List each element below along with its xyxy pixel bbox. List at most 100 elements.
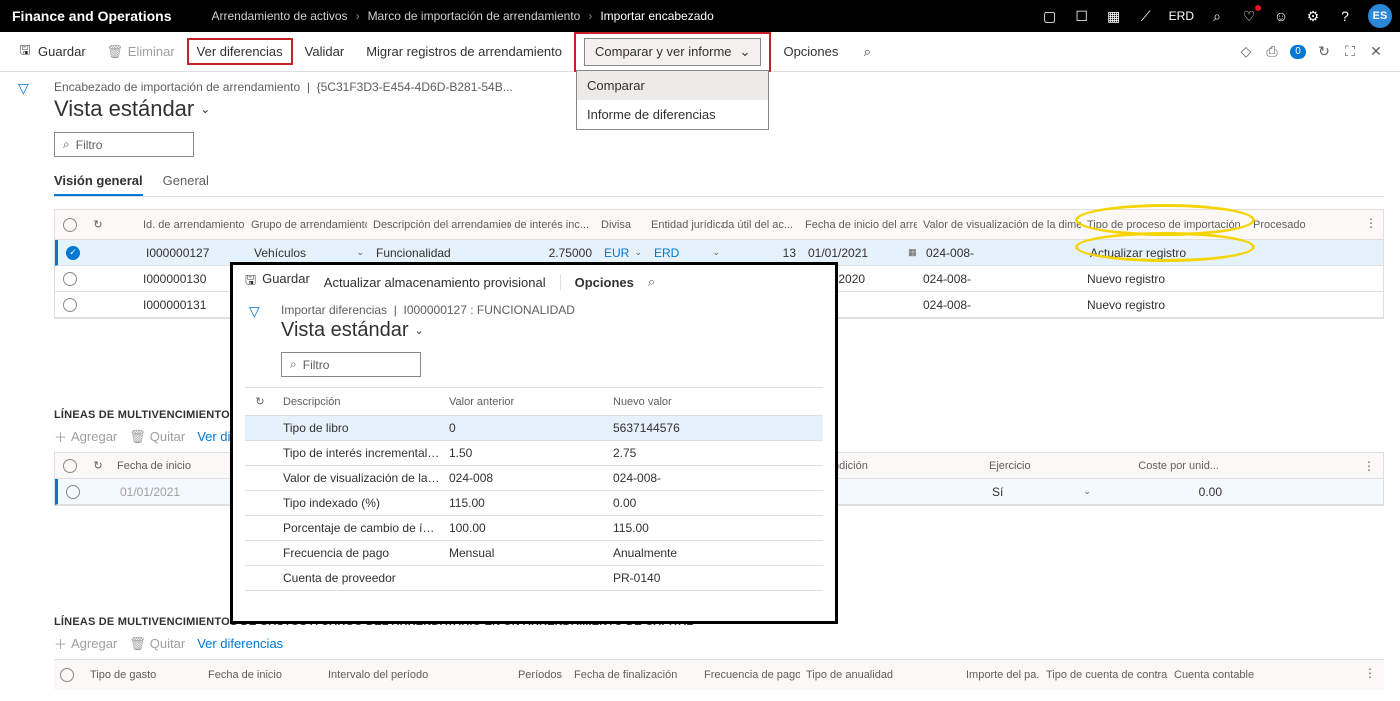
avatar[interactable]: ES — [1368, 4, 1392, 28]
view-differences-button[interactable]: Ver diferencias — [187, 38, 293, 65]
funnel-icon[interactable]: ▽ — [18, 80, 29, 97]
table-row[interactable]: Cuenta de proveedor PR-0140 — [245, 566, 823, 591]
table-row[interactable]: Porcentaje de cambio de índice ... 100.0… — [245, 516, 823, 541]
ov-save[interactable]: 🖫Guardar — [245, 271, 310, 293]
col-desc[interactable]: Descripción — [275, 396, 441, 408]
col-currency[interactable]: Divisa — [595, 219, 645, 231]
tab-overview[interactable]: Visión general — [54, 167, 143, 196]
chevron-down-icon[interactable]: ⌄ — [356, 247, 364, 258]
options-button[interactable]: Opciones — [773, 38, 848, 65]
col-dimension[interactable]: Valor de visualización de la dimensió... — [917, 219, 1081, 231]
col-life[interactable]: Vida útil del ac... — [723, 219, 799, 231]
ov-options[interactable]: Opciones — [575, 275, 634, 290]
diamond-icon[interactable]: ◇ — [1238, 44, 1254, 60]
menu-report[interactable]: Informe de diferencias — [577, 100, 768, 129]
validate-button[interactable]: Validar — [295, 38, 355, 65]
table-row[interactable]: Frecuencia de pago Mensual Anualmente — [245, 541, 823, 566]
col-new[interactable]: Nuevo valor — [605, 396, 765, 408]
bell-icon[interactable]: ♡ — [1240, 7, 1258, 25]
funnel-icon[interactable]: ▽ — [249, 303, 260, 320]
tab-general[interactable]: General — [163, 167, 209, 196]
popout-icon[interactable]: ⛶ — [1342, 44, 1358, 60]
col-anual[interactable]: Tipo de anualidad — [800, 669, 960, 681]
migrate-button[interactable]: Migrar registros de arrendamiento — [356, 38, 572, 65]
chevron-down-icon[interactable]: ⌄ — [1236, 247, 1244, 258]
search-cmd[interactable]: ⌕ — [850, 39, 884, 65]
remove-button[interactable]: 🗑 Quitar — [129, 636, 185, 652]
help-icon[interactable]: ? — [1336, 7, 1354, 25]
ov-update[interactable]: Actualizar almacenamiento provisional — [324, 275, 546, 290]
filter-input[interactable]: ⌕ Filtro — [54, 132, 194, 157]
compare-report-dropdown[interactable]: Comparar y ver informe ⌄ Comparar Inform… — [574, 32, 771, 72]
breadcrumb-1[interactable]: Arrendamiento de activos — [211, 9, 347, 23]
table-row[interactable]: Valor de visualización de la dim... 024-… — [245, 466, 823, 491]
col-ej[interactable]: Ejercicio — [983, 460, 1095, 472]
refresh-icon[interactable]: ↻ — [245, 395, 275, 408]
chevron-down-icon[interactable]: ⌄ — [1083, 486, 1091, 497]
add-button[interactable]: ＋ Agregar — [54, 427, 117, 446]
wand-icon[interactable]: ⟋ — [1137, 7, 1155, 25]
breadcrumb-2[interactable]: Marco de importación de arrendamiento — [368, 9, 581, 23]
select-all[interactable] — [63, 459, 77, 473]
row-checkbox[interactable] — [63, 298, 77, 312]
view-diff-link[interactable]: Ver diferencias — [197, 636, 283, 651]
table-row[interactable]: Tipo de libro 0 5637144576 — [245, 416, 823, 441]
delete-button[interactable]: 🗑 Eliminar — [98, 38, 185, 65]
col-tipo[interactable]: Tipo de gasto — [84, 669, 202, 681]
gear-icon[interactable]: ⚙ — [1304, 7, 1322, 25]
col-process[interactable]: Tipo de proceso de importación — [1081, 219, 1247, 231]
more-icon[interactable]: ⋮ — [1365, 216, 1377, 230]
monitor-icon[interactable]: ☐ — [1073, 7, 1091, 25]
more-icon[interactable]: ⋮ — [1364, 666, 1376, 680]
col-cond[interactable]: ndición — [827, 460, 983, 472]
face-icon[interactable]: ☺ — [1272, 7, 1290, 25]
col-prev[interactable]: Valor anterior — [441, 396, 605, 408]
select-all-checkbox[interactable] — [63, 218, 77, 232]
add-button[interactable]: ＋ Agregar — [54, 634, 117, 653]
row-checkbox[interactable] — [66, 485, 80, 499]
table-row[interactable]: Tipo de interés incremental del ... 1.50… — [245, 441, 823, 466]
col-cost[interactable]: Coste por unid... — [1095, 460, 1225, 472]
ov-view-selector[interactable]: Vista estándar ⌄ — [281, 319, 819, 342]
col-fin[interactable]: Fecha de finalización — [568, 669, 698, 681]
bookmark-icon[interactable]: ⎙ — [1264, 44, 1280, 60]
search-icon[interactable]: ⌕ — [1208, 7, 1226, 25]
col-contable[interactable]: Cuenta contable — [1168, 669, 1278, 681]
refresh-icon[interactable]: ↻ — [1316, 44, 1332, 60]
window-icon[interactable]: ▢ — [1041, 7, 1059, 25]
menu-compare[interactable]: Comparar — [577, 71, 768, 100]
col-imp[interactable]: Importe del pa... — [960, 669, 1040, 681]
remove-button[interactable]: 🗑 Quitar — [129, 429, 185, 445]
col-ini[interactable]: Fecha de inicio — [202, 669, 322, 681]
col-per[interactable]: Períodos — [512, 669, 568, 681]
erd-label[interactable]: ERD — [1169, 9, 1194, 23]
more-icon[interactable]: ⋮ — [1363, 459, 1375, 473]
refresh-col-icon[interactable]: ↻ — [85, 218, 111, 231]
grid-icon[interactable]: ▦ — [1105, 7, 1123, 25]
ov-filter-input[interactable]: ⌕ Filtro — [281, 352, 421, 377]
col-freq[interactable]: Frecuencia de pago — [698, 669, 800, 681]
col-interest[interactable]: Tipo de interés inc... — [509, 219, 595, 231]
col-cuenta[interactable]: Tipo de cuenta de contra... — [1040, 669, 1168, 681]
col-entity[interactable]: Entidad jurídica — [645, 219, 723, 231]
refresh-icon[interactable]: ↻ — [85, 459, 111, 472]
col-startdate[interactable]: Fecha de inicio del arrend... — [799, 219, 917, 231]
row-checkbox[interactable]: ✓ — [66, 246, 80, 260]
table-row[interactable]: Tipo indexado (%) 115.00 0.00 — [245, 491, 823, 516]
col-int[interactable]: Intervalo del período — [322, 669, 512, 681]
col-desc[interactable]: Descripción del arrendamiento — [367, 219, 509, 231]
save-button[interactable]: 🖫 Guardar — [8, 38, 96, 65]
col-processed[interactable]: Procesado — [1247, 219, 1317, 231]
calendar-icon[interactable]: ▦ — [908, 247, 917, 258]
chevron-down-icon[interactable]: ⌄ — [634, 247, 642, 258]
search-icon[interactable]: ⌕ — [648, 274, 655, 290]
chevron-down-icon[interactable]: ⌄ — [712, 247, 720, 258]
row-checkbox[interactable] — [63, 272, 77, 286]
col-id[interactable]: Id. de arrendamiento — [143, 219, 245, 231]
close-icon[interactable]: ✕ — [1368, 44, 1384, 60]
breadcrumb-3[interactable]: Importar encabezado — [600, 9, 713, 23]
select-all[interactable] — [60, 668, 74, 682]
ov-context-a: Importar diferencias — [281, 303, 387, 317]
col-group[interactable]: Grupo de arrendamiento — [245, 219, 367, 231]
pill-icon[interactable]: 0 — [1290, 44, 1306, 60]
